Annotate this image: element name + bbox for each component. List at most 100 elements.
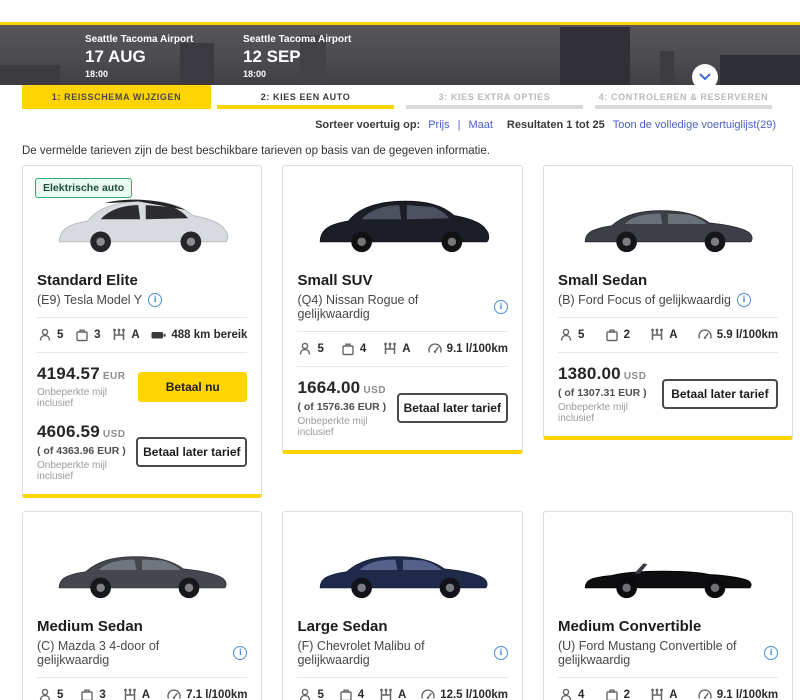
- spec-bags: 3: [74, 327, 100, 343]
- sort-by-size-link[interactable]: Maat: [468, 119, 492, 131]
- info-icon[interactable]: i: [148, 293, 162, 307]
- suitcase-icon: [604, 327, 620, 343]
- vehicle-class: Small Sedan: [558, 272, 778, 289]
- suitcase-icon: [79, 687, 95, 700]
- car-image-ford-focus: [574, 180, 762, 266]
- price-amount: 4606.59: [37, 422, 100, 441]
- spec-fuel: 9.1 l/100km: [427, 341, 508, 357]
- pay-later-button[interactable]: Betaal later tarief: [397, 393, 508, 423]
- pay-later-offer: 4606.59USD ( of 4363.96 EUR ) Onbeperkte…: [37, 422, 247, 482]
- dropoff-location: Seattle Tacoma Airport: [243, 34, 351, 45]
- vehicle-grid: Elektrische auto Standard Elite (E9) Tes…: [22, 165, 778, 700]
- info-icon[interactable]: i: [233, 646, 247, 660]
- top-whitespace: [0, 0, 800, 22]
- spec-fuel: 7.1 l/100km: [166, 687, 247, 700]
- vehicle-card-large-sedan: Large Sedan (F) Chevrolet Malibu of geli…: [282, 511, 522, 700]
- converted-price: ( of 1307.31 EUR ): [558, 387, 662, 399]
- transmission-icon: [111, 327, 127, 343]
- vehicle-model: (Q4) Nissan Rogue of gelijkwaardig: [297, 293, 487, 321]
- spec-passengers: 5: [37, 687, 63, 700]
- dropoff-date: 12 SEP: [243, 47, 351, 67]
- tab-step-1-reisschema[interactable]: 1: REISSCHEMA WIJZIGEN: [22, 85, 211, 109]
- spec-fuel: 9.1 l/100km: [697, 687, 778, 700]
- pay-now-offer: 4194.57EUR Onbeperkte mijl inclusief Bet…: [37, 364, 247, 409]
- vehicle-model: (E9) Tesla Model Y: [37, 293, 142, 307]
- transmission-icon: [649, 327, 665, 343]
- mileage-note: Onbeperkte mijl inclusief: [297, 416, 396, 438]
- price-currency: USD: [103, 429, 126, 440]
- spec-transmission: A: [111, 327, 139, 343]
- expand-itinerary-button[interactable]: [692, 64, 718, 85]
- sort-by-price-link[interactable]: Prijs: [428, 119, 449, 131]
- person-icon: [297, 341, 313, 357]
- price-amount: 1664.00: [297, 378, 360, 397]
- person-icon: [37, 327, 53, 343]
- tab-step-3-extra-opties[interactable]: 3: KIES EXTRA OPTIES: [400, 85, 589, 109]
- info-icon[interactable]: i: [494, 646, 508, 660]
- pay-later-button[interactable]: Betaal later tarief: [662, 379, 778, 409]
- vehicle-card-small-suv: Small SUV (Q4) Nissan Rogue of gelijkwaa…: [282, 165, 522, 454]
- vehicle-model: (B) Ford Focus of gelijkwaardig: [558, 293, 731, 307]
- vehicle-card-medium-sedan: Medium Sedan (C) Mazda 3 4-door of gelij…: [22, 511, 262, 700]
- person-icon: [297, 687, 313, 700]
- car-image-mazda-3: [48, 526, 236, 612]
- pickup-time: 18:00: [85, 69, 193, 79]
- suitcase-icon: [604, 687, 620, 700]
- spec-bags: 2: [604, 327, 630, 343]
- show-full-list-link[interactable]: Toon de volledige voertuiglijst(29): [613, 119, 776, 131]
- info-icon[interactable]: i: [494, 300, 508, 314]
- suitcase-icon: [74, 327, 90, 343]
- dropoff-summary: Seattle Tacoma Airport 12 SEP 18:00: [243, 34, 351, 79]
- price-amount: 4194.57: [37, 364, 100, 383]
- transmission-icon: [382, 341, 398, 357]
- mileage-note: Onbeperkte mijl inclusief: [37, 387, 138, 409]
- pickup-date: 17 AUG: [85, 47, 193, 67]
- mileage-note: Onbeperkte mijl inclusief: [558, 402, 662, 424]
- rates-notice: De vermelde tarieven zijn de best beschi…: [22, 145, 800, 157]
- electric-badge: Elektrische auto: [35, 178, 132, 198]
- person-icon: [558, 687, 574, 700]
- tab-step-2-kies-auto[interactable]: 2: KIES EEN AUTO: [211, 85, 400, 109]
- pickup-location: Seattle Tacoma Airport: [85, 34, 193, 45]
- pay-now-button[interactable]: Betaal nu: [138, 372, 247, 402]
- results-count: Resultaten 1 tot 25: [507, 119, 605, 131]
- car-image-ford-mustang-convertible: [574, 526, 762, 612]
- spec-bags: 2: [604, 687, 630, 700]
- car-image-nissan-rogue: [309, 180, 497, 266]
- itinerary-banner: Seattle Tacoma Airport 17 AUG 18:00 Seat…: [0, 22, 800, 85]
- vehicle-card-standard-elite: Elektrische auto Standard Elite (E9) Tes…: [22, 165, 262, 498]
- pay-later-offer: 1380.00USD ( of 1307.31 EUR ) Onbeperkte…: [558, 364, 778, 424]
- vehicle-card-small-sedan: Small Sedan (B) Ford Focus of gelijkwaar…: [543, 165, 793, 440]
- battery-icon: [150, 327, 167, 343]
- vehicle-model: (F) Chevrolet Malibu of gelijkwaardig: [297, 639, 487, 667]
- chevron-down-icon: [699, 73, 711, 81]
- spec-range: 488 km bereik: [150, 327, 247, 343]
- price-currency: EUR: [103, 371, 126, 382]
- speedometer-icon: [166, 687, 182, 700]
- suitcase-icon: [338, 687, 354, 700]
- tab-step-4-controleren[interactable]: 4: CONTROLEREN & RESERVEREN: [589, 85, 778, 109]
- spec-transmission: A: [378, 687, 406, 700]
- speedometer-icon: [420, 687, 436, 700]
- spec-bags: 4: [338, 687, 364, 700]
- spec-passengers: 5: [558, 327, 584, 343]
- spec-passengers: 5: [297, 341, 323, 357]
- person-icon: [37, 687, 53, 700]
- info-icon[interactable]: i: [737, 293, 751, 307]
- spec-bags: 3: [79, 687, 105, 700]
- pay-later-offer: 1664.00USD ( of 1576.36 EUR ) Onbeperkte…: [297, 378, 507, 438]
- pay-later-button[interactable]: Betaal later tarief: [136, 437, 247, 467]
- sort-label: Sorteer voertuig op:: [315, 119, 420, 131]
- person-icon: [558, 327, 574, 343]
- info-icon[interactable]: i: [764, 646, 778, 660]
- speedometer-icon: [697, 327, 713, 343]
- price-amount: 1380.00: [558, 364, 621, 383]
- vehicle-class: Standard Elite: [37, 272, 247, 289]
- spec-bags: 4: [340, 341, 366, 357]
- price-currency: USD: [363, 385, 386, 396]
- car-image-chevrolet-malibu: [309, 526, 497, 612]
- vehicle-model: (C) Mazda 3 4-door of gelijkwaardig: [37, 639, 227, 667]
- booking-steps: 1: REISSCHEMA WIJZIGEN 2: KIES EEN AUTO …: [22, 85, 778, 109]
- spec-passengers: 5: [297, 687, 323, 700]
- converted-price: ( of 1576.36 EUR ): [297, 401, 396, 413]
